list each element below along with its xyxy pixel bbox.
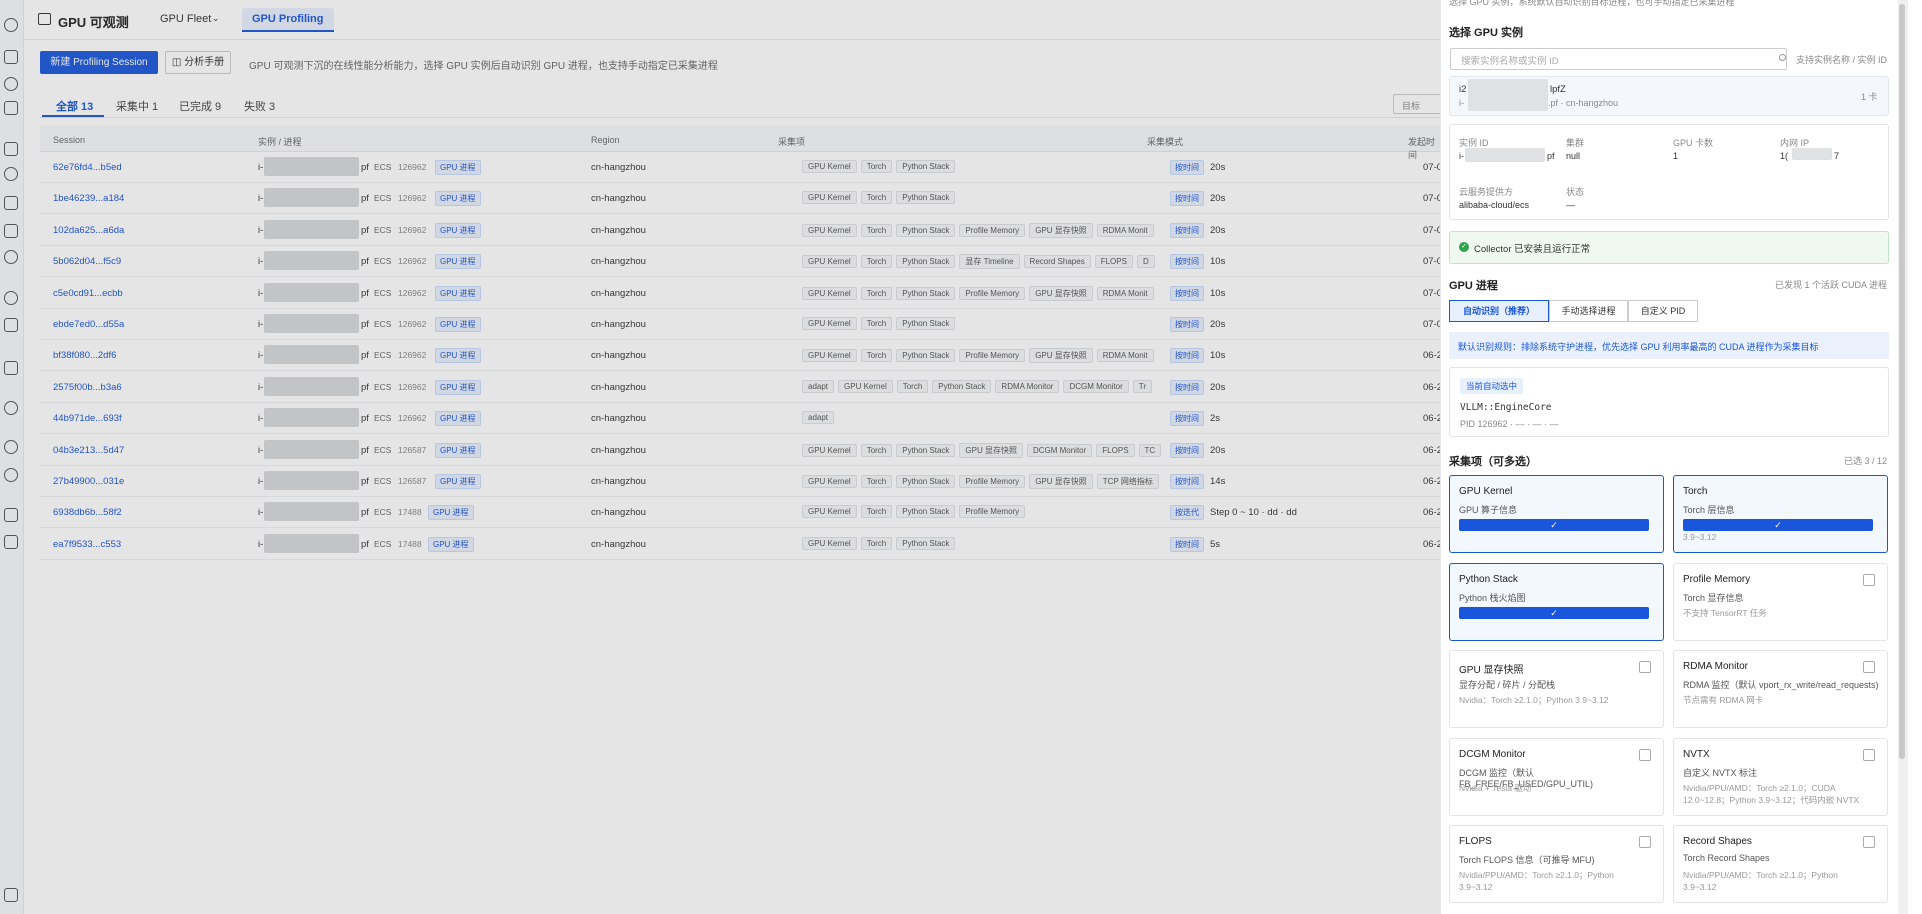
collect-item-option[interactable]: GPU 显存快照 显存分配 / 碎片 / 分配栈 Nvidia：Torch ≥2… xyxy=(1449,650,1664,728)
checkbox[interactable] xyxy=(1863,573,1875,586)
collect-item-option[interactable]: GPU Kernel GPU 算子信息 Nvidia/PPU/AMD：CUDA … xyxy=(1449,475,1664,553)
auto-selected-badge: 当前自动选中 xyxy=(1460,378,1524,394)
collect-item-option[interactable]: FLOPS Torch FLOPS 信息（可推导 MFU) Nvidia/PPU… xyxy=(1449,825,1664,903)
auto-process-pid: PID 126962 · — · — · — xyxy=(1460,419,1559,429)
collect-item-title: Torch xyxy=(1683,486,1708,497)
collector-status-text: Collector 已安装且运行正常 xyxy=(1474,244,1591,255)
detail-ip-suffix: 7 xyxy=(1834,151,1840,161)
collect-item-desc: Python 栈火焰图 xyxy=(1459,592,1526,603)
collect-item-note: Nvidia：Torch ≥2.1.0；Python 3.9~3.12 xyxy=(1459,695,1609,705)
gpu-process-count: 已发现 1 个活跃 CUDA 进程 xyxy=(1775,280,1888,290)
checkbox[interactable]: ✓ xyxy=(1459,519,1649,531)
modal-overlay[interactable] xyxy=(0,0,1440,914)
checkbox[interactable] xyxy=(1863,661,1875,673)
mode-auto-detect[interactable]: 自动识别（推荐） xyxy=(1449,300,1549,322)
collect-items-title: 采集项（可多选） xyxy=(1449,456,1537,468)
collect-item-note: Nvidia/PPU/AMD：Torch ≥2.1.0；CUDA 12.0~12… xyxy=(1683,782,1860,805)
detail-id-value: i- xyxy=(1459,151,1464,161)
redacted-id xyxy=(1465,148,1545,162)
detail-ip-value: 1( xyxy=(1780,151,1789,161)
collect-item-desc: 自定义 NVTX 标注 xyxy=(1683,767,1758,778)
collect-item-title: DCGM Monitor xyxy=(1459,748,1526,760)
collect-item-desc: Torch 层信息 xyxy=(1683,505,1735,515)
checkbox[interactable]: ✓ xyxy=(1683,519,1873,531)
detail-cluster-value: null xyxy=(1566,151,1581,161)
select-instance-title: 选择 GPU 实例 xyxy=(1449,27,1523,39)
collect-items-count: 已选 3 / 12 xyxy=(1844,456,1888,466)
auto-rule-text: 默认识别规则：排除系统守护进程，优先选择 GPU 利用率最高的 CUDA 进程作… xyxy=(1458,342,1819,352)
redacted-name xyxy=(1468,79,1548,111)
collect-item-option[interactable]: Python Stack Python 栈火焰图 Nvidia/PPU/AMD：… xyxy=(1449,562,1664,641)
collect-item-option[interactable]: DCGM Monitor DCGM 监控（默认 FB_FREE/FB_USED/… xyxy=(1449,737,1664,816)
gpu-process-title: GPU 进程 xyxy=(1449,280,1498,292)
checkbox[interactable]: ✓ xyxy=(1459,606,1649,619)
instance-id-suffix: .pf · cn-hangzhou xyxy=(1548,98,1619,108)
collect-item-note: Nvidia + Tesla 驱动 xyxy=(1459,782,1532,793)
search-placeholder: 搜索实例名称或实例 ID xyxy=(1461,56,1559,67)
checkbox[interactable] xyxy=(1863,748,1875,761)
checkbox[interactable] xyxy=(1639,836,1651,848)
detail-status-label: 状态 xyxy=(1566,187,1585,197)
instance-name-prefix: i2 xyxy=(1459,84,1467,95)
collect-item-title: RDMA Monitor xyxy=(1683,661,1749,672)
collect-item-desc: Torch 显存信息 xyxy=(1683,592,1744,603)
checkbox[interactable] xyxy=(1639,661,1651,673)
collect-item-title: GPU 显存快照 xyxy=(1459,665,1524,676)
collect-item-desc: RDMA 监控（默认 vport_rx_write/read_requests) xyxy=(1683,680,1879,690)
search-icon[interactable] xyxy=(1779,54,1786,61)
collect-item-title: Record Shapes xyxy=(1683,836,1752,847)
detail-cluster-label: 集群 xyxy=(1566,138,1585,148)
detail-status-value: — xyxy=(1566,200,1575,210)
collect-item-desc: GPU 算子信息 xyxy=(1459,505,1518,515)
detail-id-suffix: pf xyxy=(1547,151,1555,161)
drawer-scroll-thumb[interactable] xyxy=(1899,4,1905,759)
instance-id-prefix: i- xyxy=(1459,98,1464,108)
instance-gpu-cards: 1 卡 xyxy=(1861,92,1878,102)
collect-item-option[interactable]: Record Shapes Torch Record Shapes Nvidia… xyxy=(1673,825,1888,903)
drawer-intro: 选择 GPU 实例，系统默认自动识别目标进程，也可手动指定已采集进程 xyxy=(1449,0,1735,7)
collect-item-note: Nvidia/PPU/AMD：Torch ≥2.1.0；Python 3.9~3… xyxy=(1683,870,1838,892)
collect-item-desc: Torch Record Shapes xyxy=(1683,853,1770,863)
collect-item-title: NVTX xyxy=(1683,748,1710,760)
redacted-ip xyxy=(1792,148,1832,160)
detail-provider-value: alibaba-cloud/ecs xyxy=(1459,200,1530,210)
detail-gpus-value: 1 xyxy=(1673,151,1679,161)
detail-gpus-label: GPU 卡数 xyxy=(1673,138,1714,148)
collect-item-option[interactable]: NVTX 自定义 NVTX 标注 Nvidia/PPU/AMD：Torch ≥2… xyxy=(1673,737,1888,816)
collect-item-title: Profile Memory xyxy=(1683,573,1751,585)
instance-name-suffix: lpfZ xyxy=(1550,84,1566,95)
collect-item-title: Python Stack xyxy=(1459,573,1518,585)
checkbox[interactable] xyxy=(1639,748,1651,761)
collect-item-desc: 显存分配 / 碎片 / 分配栈 xyxy=(1459,680,1556,690)
collect-item-option[interactable]: Torch Torch 层信息 Nvidia/PPU/AMD：Torch ≥2.… xyxy=(1673,475,1888,553)
auto-process-name: VLLM::EngineCore xyxy=(1460,402,1552,413)
collect-item-title: FLOPS xyxy=(1459,836,1492,847)
search-hint: 支持实例名称 / 实例 ID xyxy=(1796,55,1888,65)
collect-item-note: 不支持 TensorRT 任务 xyxy=(1683,607,1767,618)
checkbox[interactable] xyxy=(1863,836,1875,848)
collect-item-note: Nvidia/PPU/AMD：Torch ≥2.1.0；Python 3.9~3… xyxy=(1459,870,1614,892)
detail-provider-label: 云服务提供方 xyxy=(1459,187,1514,197)
collect-item-option[interactable]: Profile Memory Torch 显存信息 不支持 TensorRT 任… xyxy=(1673,562,1888,641)
collect-item-note: 节点需有 RDMA 网卡 xyxy=(1683,695,1764,705)
check-circle-icon: ✓ xyxy=(1459,242,1469,252)
collect-item-title: GPU Kernel xyxy=(1459,486,1513,497)
collect-item-desc: Torch FLOPS 信息（可推导 MFU) xyxy=(1459,855,1595,865)
mode-custom-pid[interactable]: 自定义 PID xyxy=(1628,300,1698,322)
collect-item-option[interactable]: RDMA Monitor RDMA 监控（默认 vport_rx_write/r… xyxy=(1673,650,1888,728)
mode-manual-select[interactable]: 手动选择进程 xyxy=(1549,300,1628,322)
